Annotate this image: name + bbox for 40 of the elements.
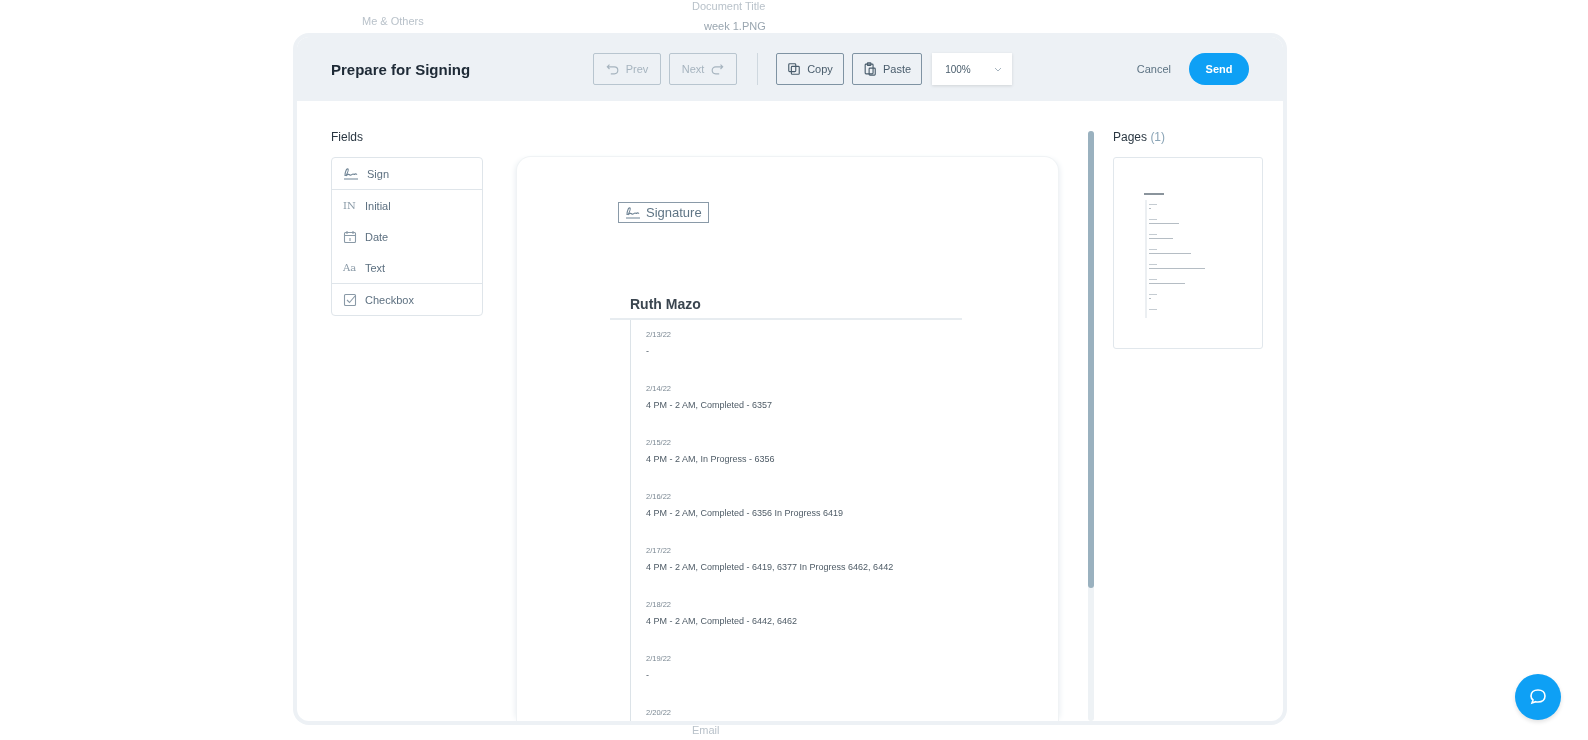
field-item[interactable]: Checkbox: [332, 284, 482, 315]
field-item[interactable]: Aa Text: [332, 252, 482, 283]
redo-icon: [710, 62, 725, 76]
signature-field[interactable]: Signature: [618, 202, 709, 223]
copy-icon: [787, 62, 802, 76]
chevron-down-icon: [994, 66, 1003, 72]
entry-text: 4 PM - 2 AM, Completed - 6357: [646, 400, 774, 410]
field-item[interactable]: Sign: [332, 158, 482, 189]
entry-text: -: [646, 346, 650, 356]
entry-text: 4 PM - 2 AM, Completed - 6356 In Progress 6419: [646, 508, 845, 518]
chat-button[interactable]: [1515, 674, 1561, 720]
send-button[interactable]: Send: [1189, 53, 1249, 85]
file-name: week 1.PNG: [703, 20, 767, 32]
section-title: Fields: [331, 130, 364, 142]
glyph-icon: Aa: [343, 262, 357, 273]
chat-icon: [1528, 687, 1548, 707]
paste-button[interactable]: Paste: [852, 53, 923, 85]
page-thumbnail[interactable]: [1113, 157, 1263, 349]
entry-text: 4 PM - 2 AM, Completed - 6442, 6462: [646, 616, 799, 626]
copy-button[interactable]: Copy: [776, 53, 844, 85]
checkbox-icon: [343, 292, 357, 307]
glyph-icon: IN: [343, 200, 357, 211]
undo-icon: [605, 62, 620, 76]
field-item[interactable]: Date: [332, 221, 482, 252]
scrollbar-thumb[interactable]: [1088, 131, 1094, 588]
entry-text: 4 PM - 2 AM, Completed - 6419, 6377 In Progress 6462, 6442: [646, 562, 895, 572]
field-label: Document Title: [692, 0, 767, 12]
entry-text: -: [646, 670, 650, 680]
field-item[interactable]: IN Initial: [332, 190, 482, 221]
entry-text: 4 PM - 2 AM, In Progress - 6356: [646, 454, 776, 464]
document-heading: Ruth Mazo: [629, 296, 702, 314]
dialog-title: Prepare for Signing: [331, 60, 472, 78]
signature-icon: [625, 206, 641, 219]
signature-icon: [343, 167, 359, 180]
zoom-select[interactable]: 100%: [932, 53, 1013, 85]
section-title: Pages (1): [1113, 130, 1167, 142]
cancel-button[interactable]: Cancel: [1130, 62, 1177, 76]
clipboard-icon: [863, 62, 877, 76]
calendar-icon: [343, 229, 357, 244]
field-label: Email: [692, 724, 721, 736]
